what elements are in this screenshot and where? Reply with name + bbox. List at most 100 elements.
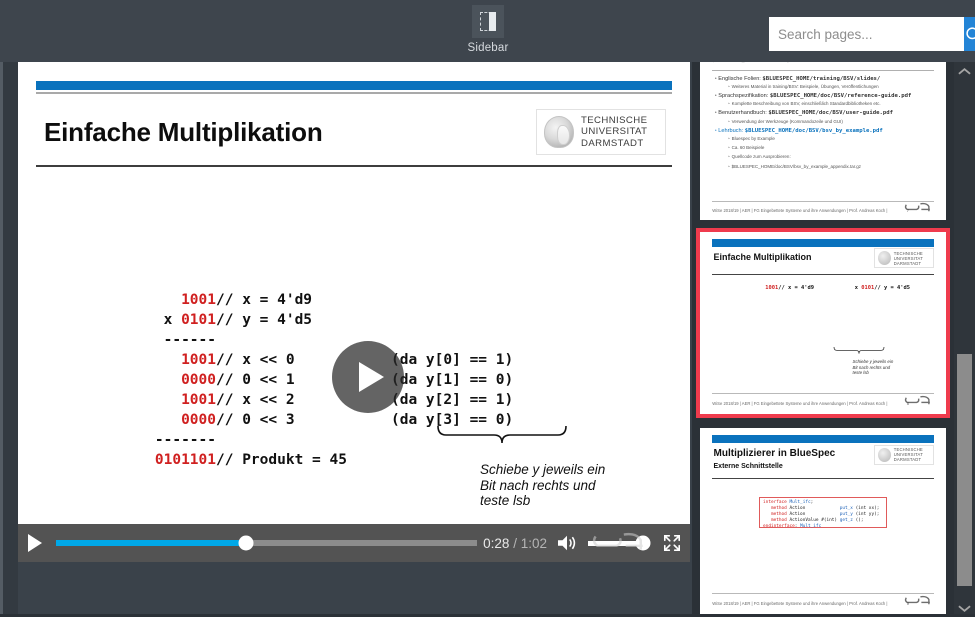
scroll-up-button[interactable] — [954, 62, 975, 80]
seek-progress-fill — [56, 540, 246, 546]
code-line: 1001// x = 4'd9 — [181, 292, 313, 308]
time-separator: / — [513, 535, 517, 551]
thumbnail-bullet: • Englische Folien: $BLUESPEC_HOME/train… — [714, 75, 881, 82]
play-pause-button[interactable] — [18, 534, 52, 552]
annotation-line: Bit nach rechts und — [480, 477, 596, 493]
slide-divider — [36, 165, 672, 167]
thumbnail-3-accent-bar — [712, 435, 934, 443]
video-controls-bar: 0:28 / 1:02 — [18, 524, 690, 562]
annotation-line: teste lsb — [852, 370, 869, 376]
time-display: 0:28 / 1:02 — [483, 536, 550, 551]
search-button[interactable] — [964, 17, 975, 51]
fullscreen-button[interactable] — [654, 534, 690, 552]
thumbnail-2-code: 1001// x = 4'd9x 0101// y = 4'd5------10… — [744, 285, 946, 292]
video-stage[interactable]: Einfache Multiplikation TECHNISCHE UNIVE… — [18, 62, 690, 562]
chevron-down-icon — [958, 604, 971, 612]
volume-high-icon — [558, 535, 576, 551]
page-thumbnail-panel[interactable]: $BLUESPEC_HOME Installationspfad • Engli… — [692, 62, 954, 617]
tu-logo-mark-icon — [544, 116, 574, 148]
slide-annotation: Schiebe y jeweils ein Bit nach rechts und… — [480, 462, 605, 509]
fullscreen-icon — [663, 534, 681, 552]
code-line: ------ — [936, 285, 946, 291]
player-page: Sidebar Einfache Multiplikation TECHNISC… — [0, 0, 975, 617]
scrollbar-thumb[interactable] — [957, 354, 972, 586]
sidebar-toggle-label: Sidebar — [467, 42, 509, 54]
thumbnail-2-divider — [712, 273, 934, 275]
thumbnail-slide-3[interactable]: Multiplizierer in BlueSpec Externe Schni… — [700, 428, 946, 614]
seek-slider[interactable] — [56, 535, 478, 551]
thumbnail-bullet: ‣ Verwendung der Werkzeuge (Kommandozeil… — [727, 118, 843, 124]
sidebar-panel-icon — [472, 5, 504, 38]
esa-logo-icon — [905, 396, 930, 405]
thumbnail-slide-1[interactable]: $BLUESPEC_HOME Installationspfad • Engli… — [700, 62, 946, 220]
code-line: 1001// x = 4'd9 — [765, 284, 814, 291]
thumbnail-3-preview: Multiplizierer in BlueSpec Externe Schni… — [700, 428, 946, 614]
thumbnail-2-preview: Einfache Multiplikation TECHNISCHE UNIVE… — [700, 232, 946, 414]
thumbnail-slide-2[interactable]: Einfache Multiplikation TECHNISCHE UNIVE… — [696, 228, 950, 418]
top-toolbar: Sidebar — [0, 0, 975, 62]
chevron-up-icon — [958, 67, 971, 75]
thumbnail-scrollbar[interactable] — [954, 62, 975, 617]
thumbnail-3-subtitle: Externe Schnittstelle — [713, 463, 783, 471]
thumbnail-bullet: ‣ $BLUESPEC_HOME/doc/BSV/bsv_by_example_… — [727, 163, 861, 169]
code-line: x 0101// y = 4'd5 — [163, 312, 313, 328]
thumbnail-1-rule — [712, 70, 934, 71]
annotation-line: Schiebe y jeweils ein — [852, 359, 894, 365]
sidebar-edge-handle[interactable] — [0, 62, 3, 617]
thumbnail-3-divider — [712, 478, 934, 480]
tu-logo-text: TECHNISCHE UNIVERSITAT DARMSTADT — [581, 114, 648, 149]
thumbnail-2-accent-bar — [712, 239, 934, 247]
thumbnail-bullet: • Benutzerhandbuch: $BLUESPEC_HOME/doc/B… — [714, 110, 893, 117]
thumbnail-2-brace-icon — [833, 346, 885, 354]
search-icon — [966, 26, 975, 39]
code-line: 0000// 0 << 1 (da y[1] == 0) — [181, 372, 514, 388]
thumbnail-3-footer-rule — [712, 592, 934, 594]
thumbnail-2-title: Einfache Multiplikation — [713, 252, 812, 263]
thumbnail-bullet: • Sprachspezifikation: $BLUESPEC_HOME/do… — [714, 93, 912, 100]
thumbnail-bullet: ‣ Weiteres Material in training/BSV: Bei… — [727, 83, 879, 89]
thumbnail-3-footer: WiSe 2018/19 | AER | FG Eingebettete Sys… — [712, 600, 888, 606]
play-icon — [28, 534, 42, 552]
thumbnail-1-cut-text: $BLUESPEC_HOME Installationspfad — [712, 62, 933, 64]
current-time: 0:28 — [483, 535, 510, 551]
thumbnail-3-tu-logo: TECHNISCHE UNIVERSITAT DARMSTADT — [873, 444, 934, 465]
code-line: 0101101// Produkt = 45 — [154, 452, 347, 468]
annotation-line: teste lsb — [480, 493, 531, 508]
thumbnail-bullet: • Lehrbuch: $BLUESPEC_HOME/doc/BSV/bsv_b… — [714, 127, 883, 134]
total-duration: 1:02 — [520, 535, 547, 551]
tu-darmstadt-logo: TECHNISCHE UNIVERSITAT DARMSTADT — [536, 109, 666, 155]
thumbnail-2-tu-logo: TECHNISCHE UNIVERSITAT DARMSTADT — [873, 248, 934, 269]
search-input[interactable] — [769, 17, 964, 51]
volume-handle[interactable] — [635, 535, 651, 551]
thumbnail-3-interface-code: interface Mult_ifc; method Action put_x … — [759, 496, 887, 529]
thumbnail-bullet: ‣ Komplette Beschreibung von BSV, einsch… — [727, 101, 881, 107]
thumbnail-bullet: ‣ Ca. 60 Beispiele — [727, 145, 765, 151]
thumbnail-1-bullet-list: • Englische Folien: $BLUESPEC_HOME/train… — [715, 76, 936, 173]
slide-accent-bar — [36, 81, 672, 90]
esa-logo-icon — [905, 202, 930, 212]
seek-handle[interactable] — [238, 535, 253, 551]
thumbnail-2-footer: WiSe 2018/19 | AER | FG Eingebettete Sys… — [712, 400, 888, 406]
code-line: x 0101// y = 4'd5 — [854, 284, 910, 291]
play-icon — [358, 362, 384, 392]
code-line: 1001// x << 0 (da y[0] == 1) — [181, 352, 514, 368]
slide-accent-underline — [36, 92, 672, 94]
volume-slider[interactable] — [588, 535, 651, 551]
thumbnail-bullet: ‣ Bluespec by Example — [727, 135, 775, 141]
search-box — [769, 17, 975, 51]
play-overlay-button[interactable] — [332, 341, 404, 413]
thumbnail-2-annotation: Schiebe y jeweils ein Bit nach rechts und… — [853, 359, 894, 375]
thumbnail-1-preview: $BLUESPEC_HOME Installationspfad • Engli… — [700, 62, 946, 220]
thumbnail-3-title: Multiplizierer in BlueSpec — [713, 448, 836, 460]
esa-logo-icon — [905, 596, 930, 605]
slide-canvas: Einfache Multiplikation TECHNISCHE UNIVE… — [18, 62, 690, 562]
sidebar-toggle-button[interactable]: Sidebar — [462, 5, 514, 54]
thumbnail-2-footer-rule — [712, 392, 934, 394]
code-line: ------ — [163, 332, 216, 348]
slide-title: Einfache Multiplikation — [44, 117, 323, 147]
thumbnail-1-footer: WiSe 2018/19 | AER | FG Eingebettete Sys… — [712, 207, 888, 213]
thumbnail-1-footer-rule — [712, 200, 934, 202]
thumbnail-bullet: ‣ Quellcode zum Ausprobieren: — [727, 154, 791, 160]
volume-button[interactable] — [550, 534, 584, 552]
annotation-line: Schiebe y jeweils ein — [480, 462, 606, 477]
